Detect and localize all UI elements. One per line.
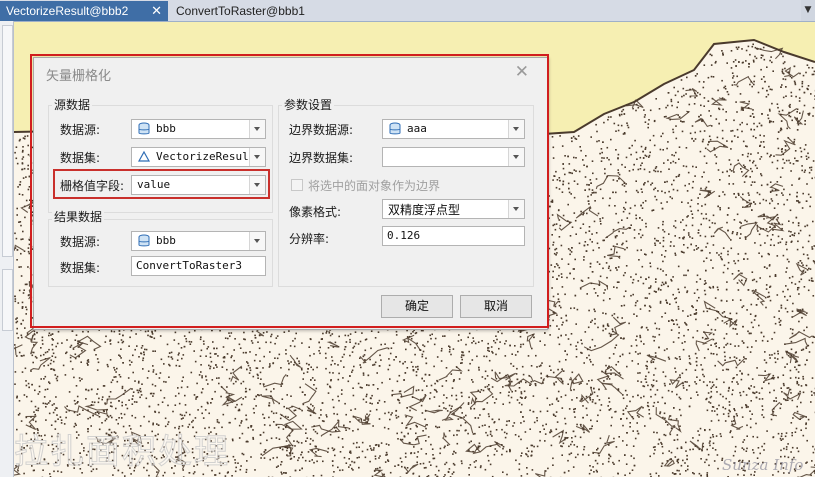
- tab-label: VectorizeResult@bbb2: [6, 4, 129, 18]
- resolution-label: 分辨率:: [289, 232, 330, 246]
- raster-value-field-value: value: [137, 178, 171, 191]
- close-icon[interactable]: ✕: [515, 62, 529, 82]
- pixel-format-label: 像素格式:: [289, 205, 342, 219]
- document-tab-bar: VectorizeResult@bbb2 ✕ ConvertToRaster@b…: [0, 0, 815, 22]
- tab-label: ConvertToRaster@bbb1: [176, 4, 305, 18]
- chevron-down-icon[interactable]: [249, 120, 265, 138]
- vector-to-raster-dialog: 矢量栅格化 ✕ 源数据 数据源: bbb 数据集: VectorizeResul…: [33, 57, 548, 330]
- left-panel-edge: [0, 21, 14, 477]
- result-dataset-label: 数据集:: [60, 261, 101, 275]
- tab-convert-to-raster[interactable]: ConvertToRaster@bbb1: [170, 1, 350, 21]
- boundary-dataset-label: 边界数据集:: [289, 151, 354, 165]
- chevron-down-icon[interactable]: [508, 120, 524, 138]
- collapsed-panel-handle-2[interactable]: [2, 269, 13, 331]
- database-icon: [138, 122, 150, 135]
- source-dataset-combo[interactable]: VectorizeResult: [131, 147, 266, 167]
- parameter-settings-title: 参数设置: [282, 96, 335, 113]
- result-datasource-label: 数据源:: [60, 235, 101, 249]
- result-data-title: 结果数据: [52, 208, 105, 225]
- map-watermark-text: 拉扎面积处理: [14, 432, 230, 473]
- cancel-button[interactable]: 取消: [460, 295, 532, 318]
- ok-button[interactable]: 确定: [381, 295, 453, 318]
- tab-vectorize-result[interactable]: VectorizeResult@bbb2 ✕: [0, 1, 168, 21]
- pixel-format-combo[interactable]: 双精度浮点型: [382, 199, 525, 219]
- boundary-datasource-label: 边界数据源:: [289, 123, 354, 137]
- source-dataset-label: 数据集:: [60, 151, 101, 165]
- source-datasource-label: 数据源:: [60, 123, 101, 137]
- result-datasource-combo[interactable]: bbb: [131, 231, 266, 251]
- chevron-down-icon[interactable]: [249, 176, 265, 194]
- chevron-down-icon[interactable]: [249, 148, 265, 166]
- pixel-format-value: 双精度浮点型: [388, 203, 461, 217]
- source-datasource-combo[interactable]: bbb: [131, 119, 266, 139]
- result-data-group: [48, 219, 273, 287]
- chevron-down-icon[interactable]: [249, 232, 265, 250]
- map-logo: Sunza Info: [722, 456, 804, 474]
- close-tab-icon[interactable]: ✕: [151, 1, 162, 21]
- boundary-datasource-value: aaa: [407, 122, 427, 135]
- result-dataset-value: ConvertToRaster3: [136, 259, 242, 272]
- raster-value-field-label: 栅格值字段:: [60, 179, 125, 193]
- result-dataset-input[interactable]: ConvertToRaster3: [131, 256, 266, 276]
- source-data-title: 源数据: [52, 96, 93, 113]
- region-dataset-icon: [137, 150, 151, 162]
- resolution-input[interactable]: 0.126: [382, 226, 525, 246]
- tab-list-dropdown-icon[interactable]: ▼: [801, 0, 815, 21]
- boundary-datasource-combo[interactable]: aaa: [382, 119, 525, 139]
- resolution-value: 0.126: [387, 229, 421, 242]
- chevron-down-icon[interactable]: [508, 200, 524, 218]
- use-selected-boundary-label: 将选中的面对象作为边界: [308, 179, 441, 193]
- database-icon: [138, 234, 150, 247]
- chevron-down-icon[interactable]: [508, 148, 524, 166]
- source-datasource-value: bbb: [156, 122, 176, 135]
- database-icon: [389, 122, 401, 135]
- source-dataset-value: VectorizeResult: [156, 150, 256, 163]
- boundary-dataset-combo[interactable]: [382, 147, 525, 167]
- use-selected-boundary-checkbox[interactable]: [291, 179, 303, 191]
- dialog-title: 矢量栅格化: [46, 69, 112, 84]
- collapsed-panel-handle[interactable]: [2, 25, 13, 257]
- result-datasource-value: bbb: [156, 234, 176, 247]
- raster-value-field-combo[interactable]: value: [131, 175, 266, 195]
